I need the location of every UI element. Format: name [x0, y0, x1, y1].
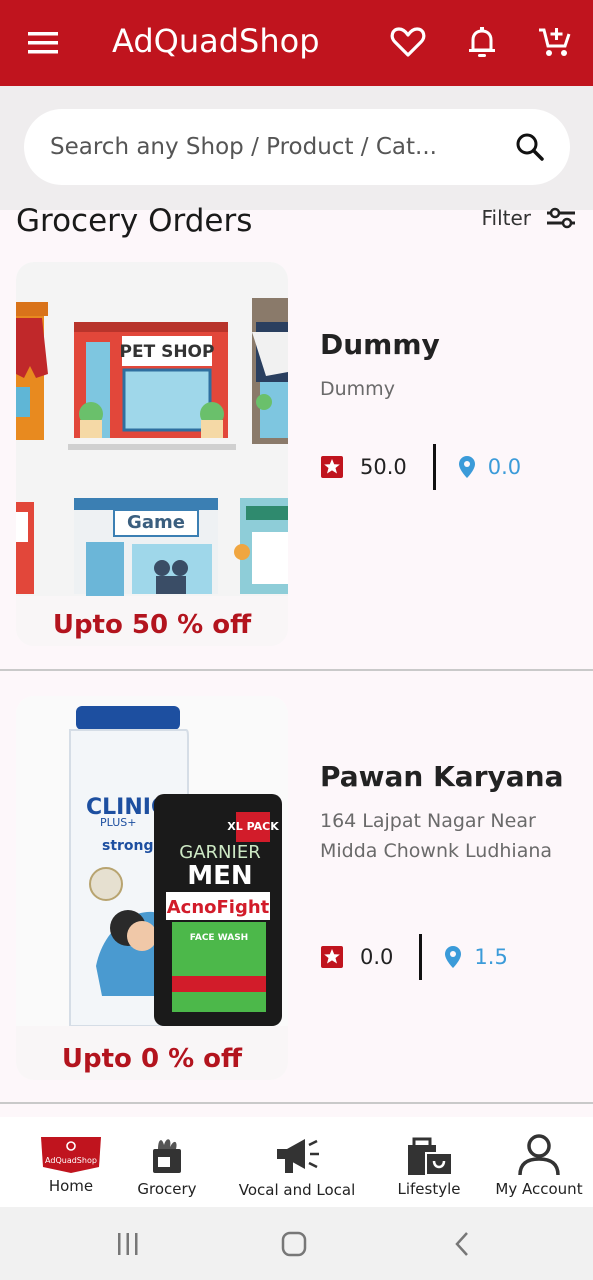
shop-image: CLINIC PLUS+ strong & long XL PACK GARNI… — [16, 696, 288, 1080]
menu-icon[interactable] — [22, 26, 64, 60]
megaphone-icon — [277, 1139, 319, 1173]
nav-label: Lifestyle — [397, 1180, 461, 1198]
nav-label: Grocery — [137, 1180, 197, 1198]
app-title: AdQuadShop — [112, 22, 320, 60]
filter-sliders-icon — [547, 207, 575, 229]
shop-address: 164 Lajpat Nagar Near Midda Chownk Ludhi… — [320, 810, 553, 862]
offer-label: Upto 0 % off — [61, 1044, 243, 1074]
product-photo: CLINIC PLUS+ strong & long XL PACK GARNI… — [16, 696, 288, 1080]
tube-name: AcnoFight — [167, 897, 270, 918]
heart-icon[interactable] — [388, 22, 428, 62]
person-icon — [518, 1134, 560, 1176]
system-nav-bar — [0, 1207, 593, 1280]
search-area: Search any Shop / Product / Cat... — [0, 86, 593, 210]
meta-divider — [432, 444, 436, 490]
nav-item-vocal-and-local[interactable]: Vocal and Local — [228, 1117, 366, 1207]
star-badge-icon — [321, 456, 343, 478]
shop-card[interactable]: CLINIC PLUS+ strong & long XL PACK GARNI… — [0, 696, 593, 1104]
filter-button[interactable]: Filter — [481, 203, 577, 233]
tube-brand: GARNIER — [179, 842, 260, 863]
shopping-bag-icon — [408, 1137, 453, 1176]
shop-meta: 50.0 0.0 — [320, 444, 521, 490]
grocery-bag-icon — [153, 1139, 181, 1173]
card-divider — [0, 1102, 593, 1104]
shop-name: Dummy — [320, 328, 440, 361]
bell-icon[interactable] — [462, 22, 502, 62]
back-icon[interactable] — [452, 1230, 472, 1258]
star-badge-icon — [321, 946, 343, 968]
home-button-icon[interactable] — [280, 1230, 308, 1258]
shop-name: Pawan Karyana — [320, 760, 564, 793]
shop-address: Dummy — [320, 378, 395, 400]
section-title: Grocery Orders — [16, 203, 253, 239]
meta-divider — [419, 934, 423, 980]
search-placeholder: Search any Shop / Product / Cat... — [50, 134, 437, 160]
bottle-sub: PLUS+ — [100, 816, 136, 829]
tube-men: MEN — [187, 861, 252, 891]
nav-item-home[interactable]: AdQuadShop Home — [32, 1117, 110, 1207]
shop-card[interactable]: PET SHOP Game Upto 50 % off Dummy Dummy … — [0, 262, 593, 670]
shop-meta: 0.0 1.5 — [320, 934, 508, 980]
shop-image: PET SHOP Game Upto 50 % off — [16, 262, 288, 646]
location-pin-icon — [458, 456, 475, 478]
add-to-cart-icon[interactable] — [535, 22, 575, 62]
tube-badge: XL PACK — [227, 820, 279, 833]
shop-rating: 50.0 — [360, 455, 407, 479]
nav-label: Home — [48, 1177, 94, 1195]
tube-sub: FACE WASH — [190, 933, 248, 943]
shop-rating: 0.0 — [360, 945, 394, 969]
nav-label: Vocal and Local — [238, 1181, 356, 1199]
app-bar: AdQuadShop — [0, 0, 593, 86]
pet-shop-sign: PET SHOP — [120, 342, 215, 362]
shop-distance: 0.0 — [487, 455, 522, 479]
nav-item-lifestyle[interactable]: Lifestyle — [390, 1117, 468, 1207]
home-logo-icon: AdQuadShop — [41, 1137, 101, 1173]
game-shop-sign: Game — [127, 512, 185, 533]
bottom-nav: AdQuadShop Home Grocery Vocal and Local … — [0, 1117, 593, 1207]
card-divider — [0, 669, 593, 671]
search-input[interactable]: Search any Shop / Product / Cat... — [24, 109, 570, 185]
nav-item-grocery[interactable]: Grocery — [128, 1117, 206, 1207]
nav-label: My Account — [495, 1180, 583, 1198]
shop-distance: 1.5 — [474, 945, 508, 969]
offer-label: Upto 50 % off — [52, 610, 252, 640]
location-pin-icon — [445, 946, 462, 968]
home-logo-text: AdQuadShop — [45, 1156, 97, 1165]
storefront-illustration: PET SHOP Game — [16, 262, 288, 646]
filter-label: Filter — [481, 206, 531, 230]
nav-item-my-account[interactable]: My Account — [488, 1117, 590, 1207]
recent-apps-icon[interactable] — [114, 1231, 142, 1257]
search-icon[interactable] — [514, 131, 546, 163]
